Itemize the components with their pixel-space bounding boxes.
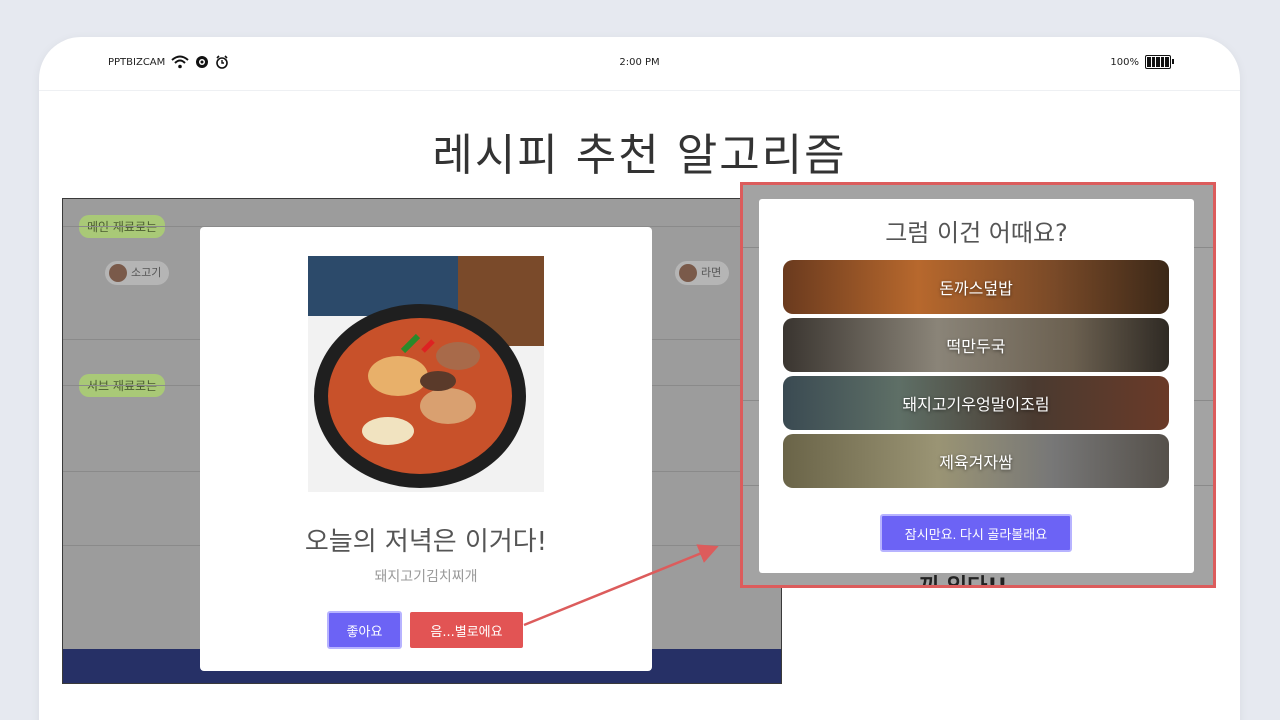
suggestion-panel: 끼 있다!! 그럼 이건 어때요? 돈까스덮밥 떡만두국 돼지고기우엉말이조림 …: [740, 182, 1216, 588]
kimchi-stew-photo: [308, 256, 544, 492]
recipe-option-4[interactable]: 제육겨자쌈: [783, 434, 1169, 488]
status-right: 100%: [1110, 55, 1174, 69]
status-time: 2:00 PM: [619, 57, 660, 68]
ingredient-chip-ramen[interactable]: 라면: [675, 261, 730, 285]
recommended-recipe-name: 돼지고기김치찌개: [374, 569, 478, 585]
suggestion-modal: 그럼 이건 어때요? 돈까스덮밥 떡만두국 돼지고기우엉말이조림 제육겨자쌈 잠…: [759, 199, 1194, 573]
like-button[interactable]: 좋아요: [327, 611, 402, 649]
status-bar: PPTBIZCAM 2:00 PM 100%: [39, 37, 1240, 91]
recipe-option-1[interactable]: 돈까스덮밥: [783, 260, 1169, 314]
food-image-icon: [308, 256, 544, 492]
recipe-option-label: 떡만두국: [946, 337, 1006, 356]
battery-percent: 100%: [1110, 56, 1139, 68]
dinner-result-modal: 오늘의 저녁은 이거다! 돼지고기김치찌개 좋아요 음...별로에요: [200, 227, 652, 671]
recipe-option-label: 제육겨자쌈: [939, 453, 1013, 472]
recipe-option-label: 돈까스덮밥: [939, 279, 1013, 298]
suggestion-modal-title: 그럼 이건 어때요?: [885, 219, 1068, 247]
recipe-option-label: 돼지고기우엉말이조림: [902, 395, 1050, 414]
recipe-option-2[interactable]: 떡만두국: [783, 318, 1169, 372]
ingredient-chip-beef[interactable]: 소고기: [105, 261, 170, 285]
battery-icon: [1145, 55, 1174, 69]
dislike-button[interactable]: 음...별로에요: [410, 612, 523, 648]
recipe-option-3[interactable]: 돼지고기우엉말이조림: [783, 376, 1169, 430]
dinner-modal-title: 오늘의 저녁은 이거다!: [304, 527, 548, 557]
retry-button[interactable]: 잠시만요. 다시 골라볼래요: [880, 514, 1072, 552]
device-frame: PPTBIZCAM 2:00 PM 100% 레시피 추천 알고리즘 메인 재료…: [39, 37, 1240, 720]
page-title: 레시피 추천 알고리즘: [432, 130, 847, 181]
